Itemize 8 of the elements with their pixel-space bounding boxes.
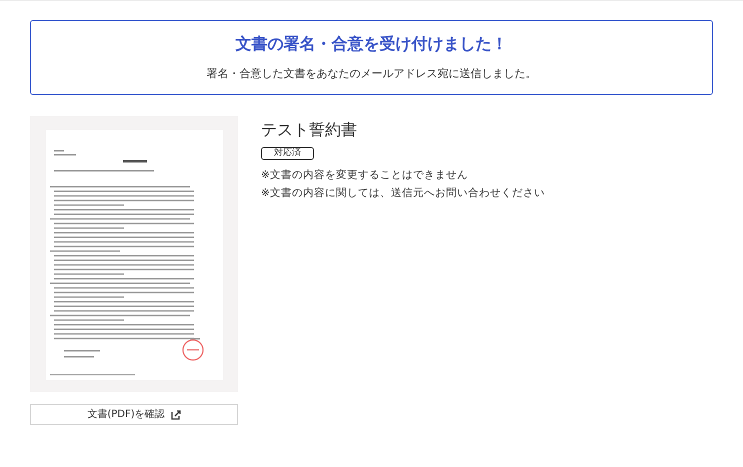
external-link-icon bbox=[170, 410, 181, 420]
notice-text: ※文書の内容を変更することはできません bbox=[261, 168, 469, 183]
banner-title: 文書の署名・合意を受け付けました！ bbox=[236, 33, 508, 56]
status-badge: 対応済 bbox=[261, 147, 314, 160]
open-pdf-button[interactable]: 文書(PDF)を確認 bbox=[30, 404, 238, 425]
notice-text: ※文書の内容に関しては、送信元へお問い合わせください bbox=[261, 186, 545, 201]
document-title: テスト誓約書 bbox=[261, 119, 357, 141]
banner-message: 署名・合意した文書をあなたのメールアドレス宛に送信しました。 bbox=[206, 66, 536, 82]
